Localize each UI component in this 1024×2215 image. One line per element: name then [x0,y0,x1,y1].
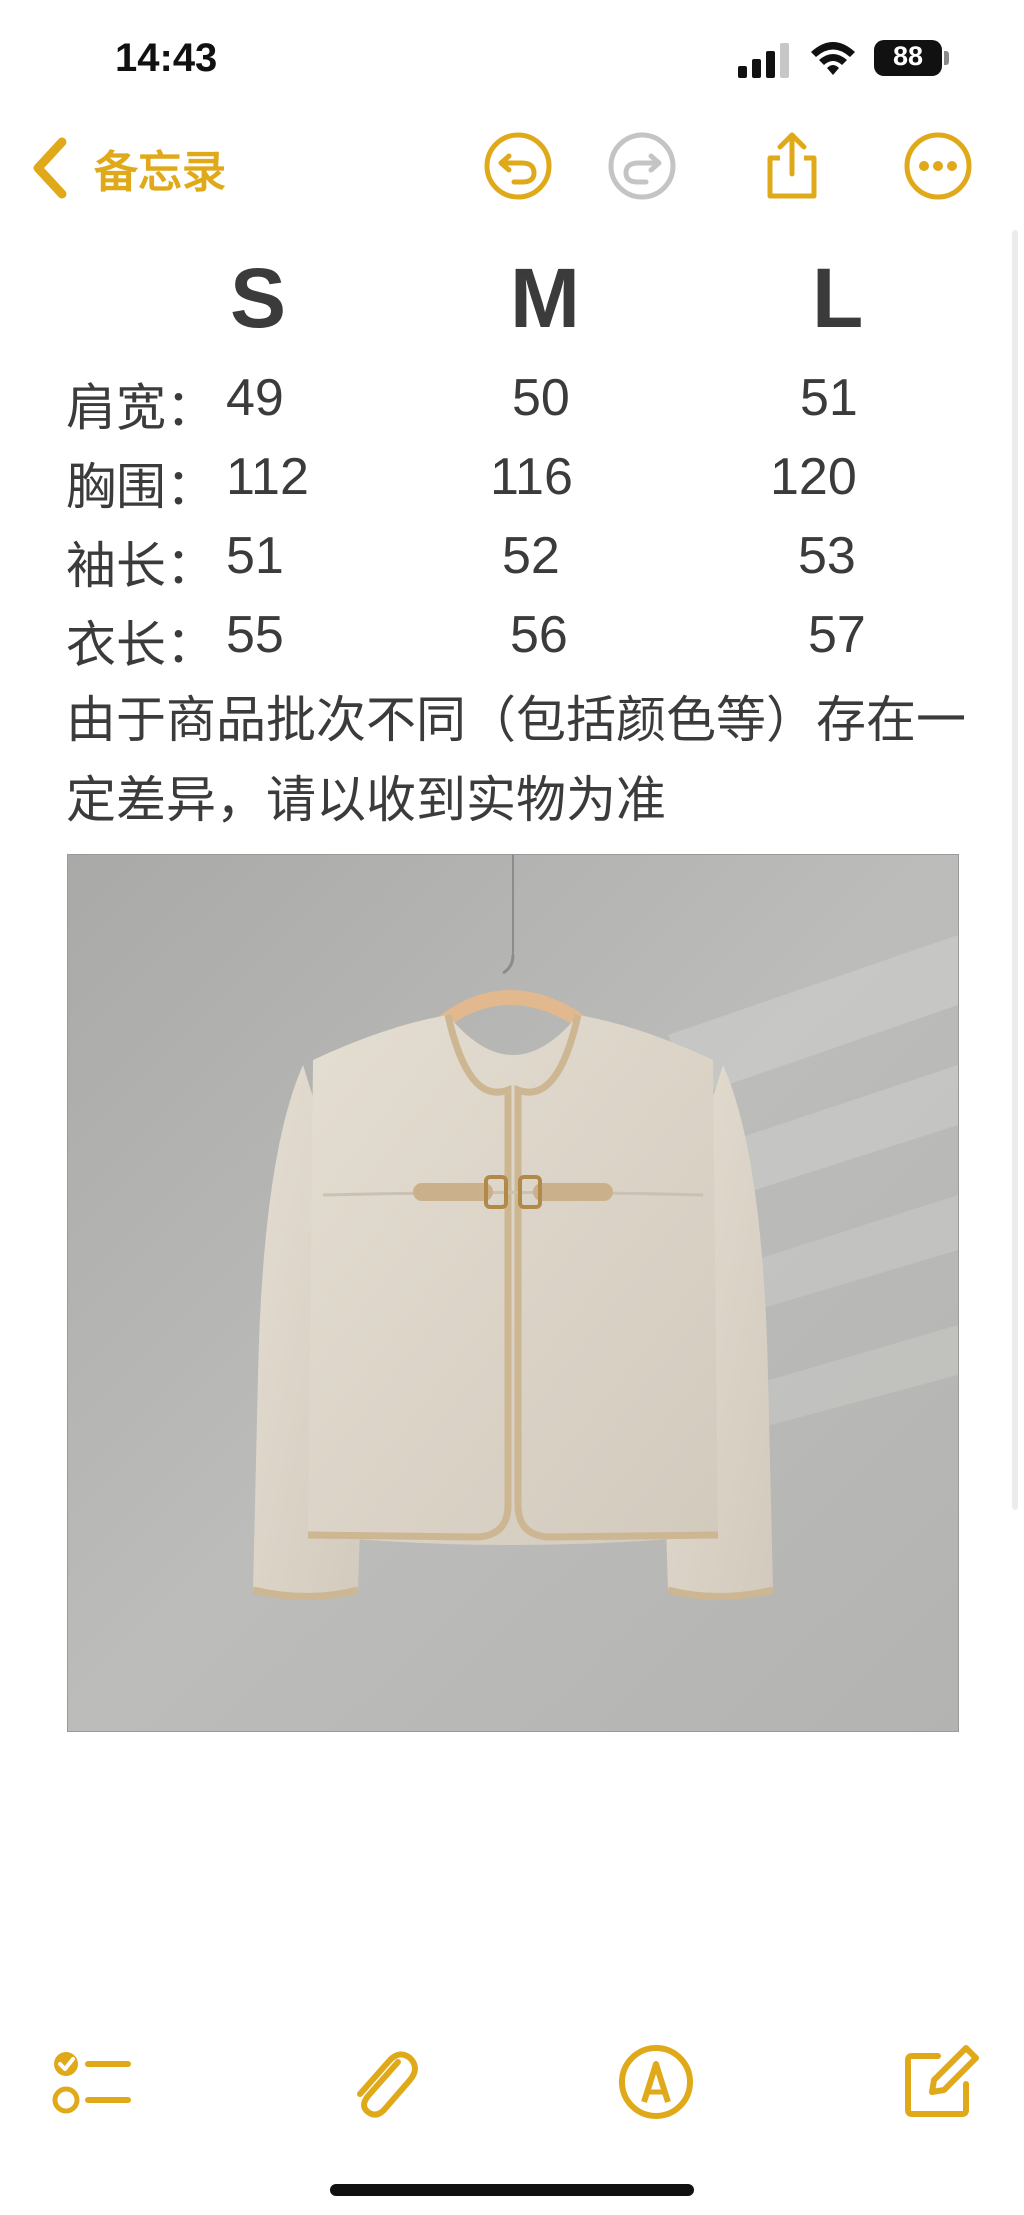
size-value: 53 [798,527,856,585]
size-row-shoulder: 肩宽： 49 50 51 [66,368,966,438]
size-header-m: M [510,251,580,345]
row-label: 胸围： [66,458,216,516]
wifi-icon [811,42,855,75]
chevron-left-icon [33,137,67,199]
bottom-toolbar [0,2030,1024,2150]
product-image[interactable] [67,854,959,1732]
size-row-sleeve: 袖长： 51 52 53 [66,526,966,596]
battery-icon: 88 [874,38,950,78]
redo-icon[interactable] [606,130,678,202]
checklist-icon[interactable] [50,2040,134,2124]
scroll-indicator [1012,230,1018,1510]
home-indicator[interactable] [330,2184,694,2196]
row-label: 衣长： [66,616,216,674]
more-icon[interactable] [902,130,974,202]
markup-pen-icon[interactable] [614,2040,698,2124]
status-time: 14:43 [115,36,218,80]
size-value: 120 [770,448,857,506]
back-button[interactable]: 备忘录 [28,128,226,208]
size-value: 116 [490,448,573,506]
size-value: 51 [800,369,858,427]
size-header-l: L [812,251,864,345]
status-bar: 14:43 88 [0,0,1024,120]
size-value: 112 [226,448,309,506]
back-label: 备忘录 [94,147,226,198]
compose-icon[interactable] [898,2040,982,2124]
size-value: 55 [226,606,284,664]
size-value: 50 [512,369,570,427]
size-value: 52 [502,527,560,585]
size-row-length: 衣长： 55 56 57 [66,605,966,675]
battery-level: 88 [892,41,924,71]
row-label: 袖长： [66,537,216,595]
undo-icon[interactable] [482,130,554,202]
size-value: 57 [808,606,866,664]
cellular-signal-icon [738,43,789,78]
jacket-illustration [68,855,958,1731]
nav-bar: 备忘录 [0,120,1024,230]
size-value: 56 [510,606,568,664]
size-row-chest: 胸围： 112 116 120 [66,447,966,517]
paperclip-icon[interactable] [338,2040,422,2124]
size-header-s: S [230,251,287,345]
size-value: 51 [226,527,284,585]
row-label: 肩宽： [66,379,216,437]
size-value: 49 [226,369,284,427]
share-icon[interactable] [756,130,828,202]
note-disclaimer: 由于商品批次不同（包括颜色等）存在一定差异，请以收到实物为准 [66,691,966,829]
